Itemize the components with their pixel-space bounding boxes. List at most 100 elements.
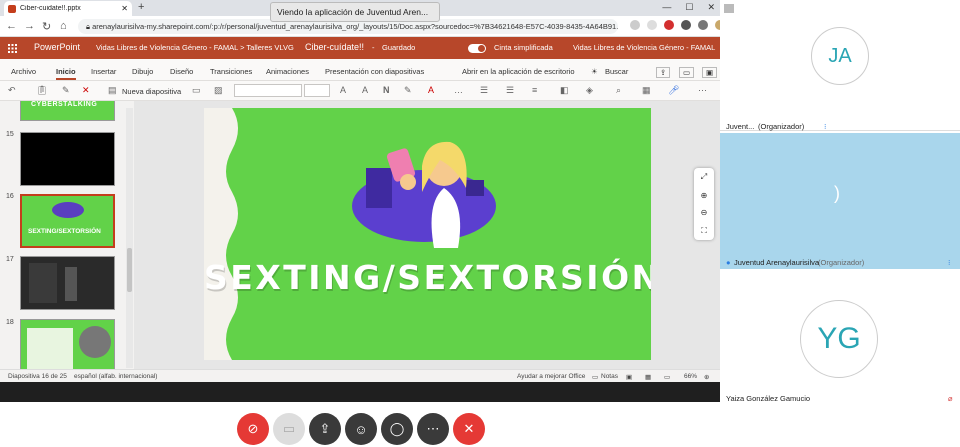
tab-presentacion[interactable]: Presentación con diapositivas: [325, 67, 424, 76]
notes-icon[interactable]: ▭: [592, 373, 598, 381]
font-size-select[interactable]: [304, 84, 330, 97]
reload-icon[interactable]: ↻: [42, 20, 51, 33]
app-name[interactable]: PowerPoint: [34, 42, 80, 52]
search-box[interactable]: Buscar: [605, 67, 628, 76]
grow-font-icon[interactable]: A: [340, 85, 346, 95]
tooltip: Viendo la aplicación de Juventud Aren...: [270, 2, 440, 22]
font-color-icon[interactable]: A: [428, 85, 434, 95]
adblock-icon[interactable]: [664, 20, 674, 30]
notes-button[interactable]: Notas: [601, 373, 618, 380]
participant-menu-icon[interactable]: ⁝: [948, 258, 950, 267]
participant-name: Juventud Arenaylaurisilva: [734, 258, 820, 267]
fullscreen-icon[interactable]: ⛶: [701, 226, 707, 236]
zoom-out-icon[interactable]: ⊖: [701, 208, 708, 217]
new-slide-button[interactable]: Nueva diapositiva: [122, 87, 181, 96]
slide-thumbnail-18[interactable]: [20, 319, 115, 369]
tab-insertar[interactable]: Insertar: [91, 67, 116, 76]
open-desktop-app-link[interactable]: Abrir en la aplicación de escritorio: [462, 67, 575, 76]
highlight-icon[interactable]: ✎: [404, 85, 412, 96]
tab-inicio[interactable]: Inicio: [56, 67, 76, 80]
layout-icon[interactable]: ▭: [192, 85, 201, 96]
share-icon[interactable]: [630, 20, 640, 30]
tab-transiciones[interactable]: Transiciones: [210, 67, 252, 76]
active-speaker-tile: [720, 133, 960, 269]
chat-button[interactable]: ◯: [381, 413, 413, 445]
fill-icon[interactable]: ◈: [586, 85, 593, 96]
shapes-icon[interactable]: ◧: [560, 85, 569, 96]
breadcrumb[interactable]: Vidas Libres de Violencia Género - FAMAL…: [96, 43, 294, 52]
thumbnail-scrollbar[interactable]: [126, 108, 133, 368]
dictate-icon[interactable]: 🎤︎: [668, 85, 679, 96]
numbering-icon[interactable]: ☰: [506, 85, 514, 96]
comments-button[interactable]: ▭: [679, 67, 695, 78]
font-family-select[interactable]: [234, 84, 302, 97]
tab-animaciones[interactable]: Animaciones: [266, 67, 309, 76]
puzzle-icon[interactable]: [698, 20, 708, 30]
align-icon[interactable]: ≡: [532, 85, 537, 95]
slide-position: Diapositiva 16 de 25: [8, 373, 67, 380]
thumbnail-pane: CYBERSTALKING 15 16 SEXTING/SEXTORSIÓN 1…: [0, 101, 134, 369]
reading-view-icon[interactable]: ▭: [664, 373, 670, 381]
slide-title[interactable]: SEXTING/SEXTORSIÓN: [204, 258, 651, 297]
designer-icon[interactable]: ▦: [642, 85, 651, 96]
undo-icon[interactable]: ↶: [8, 85, 16, 96]
maximize-icon[interactable]: ☐: [685, 2, 693, 13]
lightbulb-icon: ☀: [591, 67, 598, 76]
new-tab-button[interactable]: +: [138, 1, 144, 13]
home-icon[interactable]: ⌂: [60, 20, 67, 32]
feedback-link[interactable]: Ayudar a mejorar Office: [517, 373, 585, 380]
simplified-ribbon-toggle[interactable]: [468, 44, 486, 53]
close-tab-icon[interactable]: ✕: [121, 4, 128, 13]
star-icon[interactable]: [647, 20, 657, 30]
zoom-level[interactable]: 66%: [684, 373, 697, 380]
image-icon[interactable]: ▨: [214, 85, 223, 96]
tab-archivo[interactable]: Archivo: [11, 67, 36, 76]
bold-icon[interactable]: N: [383, 85, 390, 95]
audio-wave-icon: ): [834, 183, 840, 203]
tab-diseno[interactable]: Diseño: [170, 67, 193, 76]
shrink-font-icon[interactable]: A: [362, 85, 368, 95]
fit-icon[interactable]: ⊕: [704, 373, 709, 381]
scroll-thumb[interactable]: [127, 248, 132, 292]
find-icon[interactable]: ⌕: [616, 85, 621, 96]
mic-off-icon: ⊘: [247, 421, 259, 436]
simplified-ribbon-label: Cinta simplificada: [494, 43, 553, 52]
delete-icon[interactable]: ✕: [82, 85, 90, 96]
title-separator: -: [372, 43, 375, 52]
minimize-icon[interactable]: —: [662, 2, 671, 13]
tab-dibujo[interactable]: Dibujo: [132, 67, 153, 76]
format-painter-icon[interactable]: ✎: [62, 85, 70, 96]
camera-button[interactable]: ▭: [273, 413, 305, 445]
slide-thumbnail-16-selected[interactable]: SEXTING/SEXTORSIÓN: [20, 194, 115, 248]
participant-menu-icon[interactable]: ⁝: [824, 122, 826, 131]
document-title[interactable]: Ciber-cuídate!!: [305, 42, 364, 52]
slide-thumbnail-14[interactable]: CYBERSTALKING: [20, 101, 115, 121]
forward-icon[interactable]: →: [24, 20, 35, 32]
share-screen-button[interactable]: ⇪: [309, 413, 341, 445]
new-slide-icon[interactable]: ▤: [108, 85, 117, 96]
video-frame: [29, 263, 57, 303]
current-slide[interactable]: SEXTING/SEXTORSIÓN: [204, 108, 651, 360]
paste-icon[interactable]: 📋︎: [36, 85, 47, 96]
app-launcher-icon[interactable]: [8, 44, 17, 53]
back-icon[interactable]: ←: [6, 20, 17, 32]
bullets-icon[interactable]: ☰: [480, 85, 488, 96]
zoom-in-icon[interactable]: ⊕: [701, 191, 708, 200]
browser-tab[interactable]: Ciber-cuidate!!.pptx ✕: [4, 1, 132, 16]
slide-thumbnail-15[interactable]: [20, 132, 115, 186]
close-window-icon[interactable]: ✕: [707, 2, 715, 13]
more-icon[interactable]: …: [454, 85, 463, 95]
slide-thumbnail-17[interactable]: [20, 256, 115, 310]
mute-mic-button[interactable]: ⊘: [237, 413, 269, 445]
fit-slide-icon[interactable]: ⤢: [701, 172, 707, 182]
language[interactable]: español (alfab. internacional): [74, 373, 157, 380]
hang-up-button[interactable]: ✕: [453, 413, 485, 445]
normal-view-icon[interactable]: ▣: [626, 373, 632, 381]
present-button[interactable]: ▣: [702, 67, 718, 78]
more-options-icon[interactable]: ⋯: [698, 85, 707, 96]
share-button[interactable]: ⇪: [656, 67, 671, 78]
more-actions-button[interactable]: ⋯: [417, 413, 449, 445]
extension-icon[interactable]: [681, 20, 691, 30]
sorter-view-icon[interactable]: ▦: [645, 373, 651, 381]
participants-button[interactable]: ☺: [345, 413, 377, 445]
